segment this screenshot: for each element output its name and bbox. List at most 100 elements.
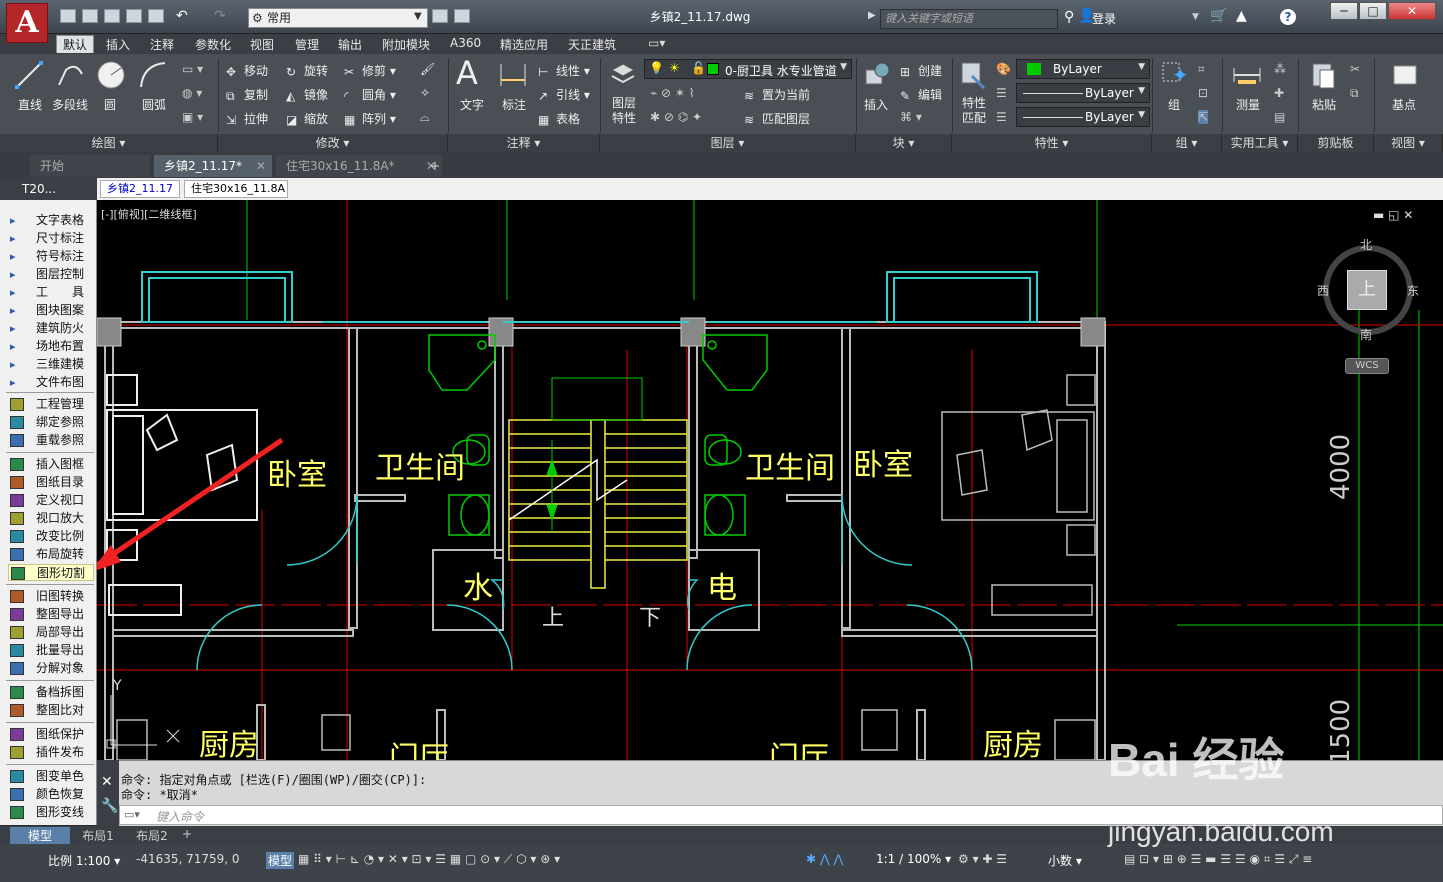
circle-button[interactable]: 圆: [104, 96, 116, 113]
layers-icon[interactable]: [454, 9, 470, 23]
palette-item[interactable]: 改变比例: [8, 528, 94, 545]
line-icon[interactable]: [14, 60, 44, 90]
paste-icon[interactable]: [1308, 60, 1338, 90]
table-button[interactable]: ▦ 表格: [538, 110, 580, 127]
save-icon[interactable]: [104, 9, 120, 23]
cart-icon[interactable]: 🛒: [1210, 8, 1227, 24]
panel-annotation-label[interactable]: 注释 ▾: [448, 134, 600, 152]
tab-insert[interactable]: 插入: [106, 36, 130, 53]
group-button[interactable]: 组: [1168, 96, 1180, 113]
arc-icon[interactable]: [138, 60, 168, 90]
tab-a360[interactable]: A360: [450, 36, 481, 50]
model-space-toggle[interactable]: 模型: [266, 852, 295, 869]
add-layout-button[interactable]: +: [182, 827, 192, 841]
palette-item[interactable]: 图纸目录: [8, 474, 94, 491]
status-tray-icons[interactable]: ▤ ⊡ ▾ ⊞ ⊕ ☰ ▬ ☰ ☰ ◉ ⌗ ☰ ⤢ ≡: [1124, 852, 1312, 867]
palette-item[interactable]: ▸ 三维建模: [8, 356, 94, 373]
make-current-button[interactable]: ≋ 置为当前: [744, 86, 810, 103]
palette-item[interactable]: 工程管理: [8, 396, 94, 413]
group-edit-icon[interactable]: ⊡: [1198, 86, 1208, 100]
tab-tangent[interactable]: 天正建筑: [568, 36, 616, 53]
calculator-icon[interactable]: ▤: [1274, 110, 1285, 124]
binoculars-icon[interactable]: ⚲: [1064, 9, 1074, 25]
color-dropdown[interactable]: ByLayer ▼: [1016, 59, 1150, 79]
new-icon[interactable]: [60, 9, 76, 23]
palette-item[interactable]: 旧图转换: [8, 588, 94, 605]
print-icon[interactable]: [148, 9, 164, 23]
layer-dropdown[interactable]: 💡 ☀ 🔓 0-厨卫具 水专业管道 ▼: [644, 59, 852, 79]
scale-selector[interactable]: 比例 1:100 ▾: [48, 852, 120, 869]
insert-button[interactable]: 插入: [864, 96, 888, 113]
tab-parametric[interactable]: 参数化: [195, 36, 231, 53]
trim-button[interactable]: ✂ 修剪 ▾: [344, 62, 396, 79]
new-tab-button[interactable]: +: [424, 155, 446, 177]
dimension-button[interactable]: 标注: [502, 96, 526, 113]
palette-item[interactable]: 绑定参照: [8, 414, 94, 431]
viewcube-north[interactable]: 北: [1360, 236, 1372, 253]
paste-button[interactable]: 粘贴: [1312, 96, 1336, 113]
tab-view[interactable]: 视图: [250, 36, 274, 53]
palette-item[interactable]: 图形变线: [8, 804, 94, 821]
create-block-button[interactable]: ⊞ 创建: [900, 62, 942, 79]
palette-item[interactable]: ▸ 文件布图: [8, 374, 94, 391]
tab-start[interactable]: 开始: [30, 155, 150, 177]
explode-icon[interactable]: ✧: [420, 86, 430, 100]
block-attr-icon[interactable]: ⌘ ▾: [900, 110, 922, 124]
text-button[interactable]: 文字: [460, 96, 484, 113]
login-button[interactable]: 登录: [1092, 10, 1116, 27]
palette-item[interactable]: 定义视口: [8, 492, 94, 509]
viewport-label[interactable]: [-][俯视][二维线框]: [101, 206, 197, 222]
layer-properties-button[interactable]: 图层 特性: [612, 96, 636, 126]
quick-select-icon[interactable]: ⁂: [1274, 62, 1286, 76]
palette-item[interactable]: 整图导出: [8, 606, 94, 623]
annotation-icons[interactable]: ✱ ⋀ ⋀: [806, 852, 843, 866]
copy-clip-icon[interactable]: ⧉: [1350, 86, 1359, 101]
offset-icon[interactable]: ⌓: [420, 110, 430, 125]
palette-item[interactable]: ▸ 符号标注: [8, 248, 94, 265]
tab-default[interactable]: 默认: [56, 35, 95, 53]
workspace-gear-icon[interactable]: ⚙ ▾ ✚ ☰: [958, 852, 1007, 866]
viewcube-east[interactable]: 东: [1407, 282, 1419, 299]
exchange-icon[interactable]: ▲: [1236, 8, 1247, 24]
tab-doc-2[interactable]: 住宅30x16_11.8A* ✕: [276, 155, 442, 177]
palette-item[interactable]: ▸ 尺寸标注: [8, 230, 94, 247]
circle-icon[interactable]: [96, 60, 126, 90]
palette-item[interactable]: ▸ 建筑防火: [8, 320, 94, 337]
arc-button[interactable]: 圆弧: [142, 96, 166, 113]
cut-icon[interactable]: ✂: [1350, 62, 1360, 76]
point-icon[interactable]: ✚: [1274, 86, 1284, 100]
mirror-button[interactable]: ◭ 镜像: [286, 86, 328, 103]
units-selector[interactable]: 小数 ▾: [1048, 852, 1082, 869]
linetype-dropdown[interactable]: ByLayer ▼: [1016, 83, 1150, 103]
base-view-button[interactable]: 基点: [1392, 96, 1416, 113]
palette-item[interactable]: ▸ 图层控制: [8, 266, 94, 283]
wcs-menu[interactable]: WCS: [1345, 358, 1389, 374]
minimize-button[interactable]: ─: [1330, 2, 1358, 20]
palette-item[interactable]: 图变单色: [8, 768, 94, 785]
palette-item[interactable]: 分解对象: [8, 660, 94, 677]
rotate-button[interactable]: ↻ 旋转: [286, 62, 328, 79]
polyline-button[interactable]: 多段线: [52, 96, 88, 113]
viewcube-west[interactable]: 西: [1317, 282, 1329, 299]
tab-doc-1[interactable]: 乡镇2_11.17* ✕: [154, 155, 272, 177]
erase-icon[interactable]: 🖌: [420, 62, 435, 76]
t20-title[interactable]: T20...: [0, 178, 97, 200]
workspace-selector[interactable]: 常用: [248, 8, 428, 28]
hatch-icon[interactable]: ◍ ▾: [182, 86, 202, 100]
rectangle-icon[interactable]: ▭ ▾: [182, 62, 203, 76]
match-properties-button[interactable]: 特性 匹配: [962, 96, 986, 126]
match-properties-icon[interactable]: [958, 60, 988, 90]
panel-view-label[interactable]: 视图 ▾: [1374, 134, 1443, 152]
palette-item[interactable]: 插件发布: [8, 744, 94, 761]
array-button[interactable]: ▦ 阵列 ▾: [344, 110, 396, 127]
dimension-icon[interactable]: [498, 60, 528, 90]
palette-item[interactable]: ▸ 图块图案: [8, 302, 94, 319]
panel-modify-label[interactable]: 修改 ▾: [218, 134, 448, 152]
tab-annotate[interactable]: 注释: [150, 36, 174, 53]
measure-icon[interactable]: [1232, 60, 1262, 90]
close-button[interactable]: ✕: [1388, 2, 1436, 20]
palette-item[interactable]: 插入图框: [8, 456, 94, 473]
edit-block-button[interactable]: ✎ 编辑: [900, 86, 942, 103]
viewcube-south[interactable]: 南: [1360, 326, 1372, 343]
annotation-scale[interactable]: 1:1 / 100% ▾: [876, 852, 951, 866]
